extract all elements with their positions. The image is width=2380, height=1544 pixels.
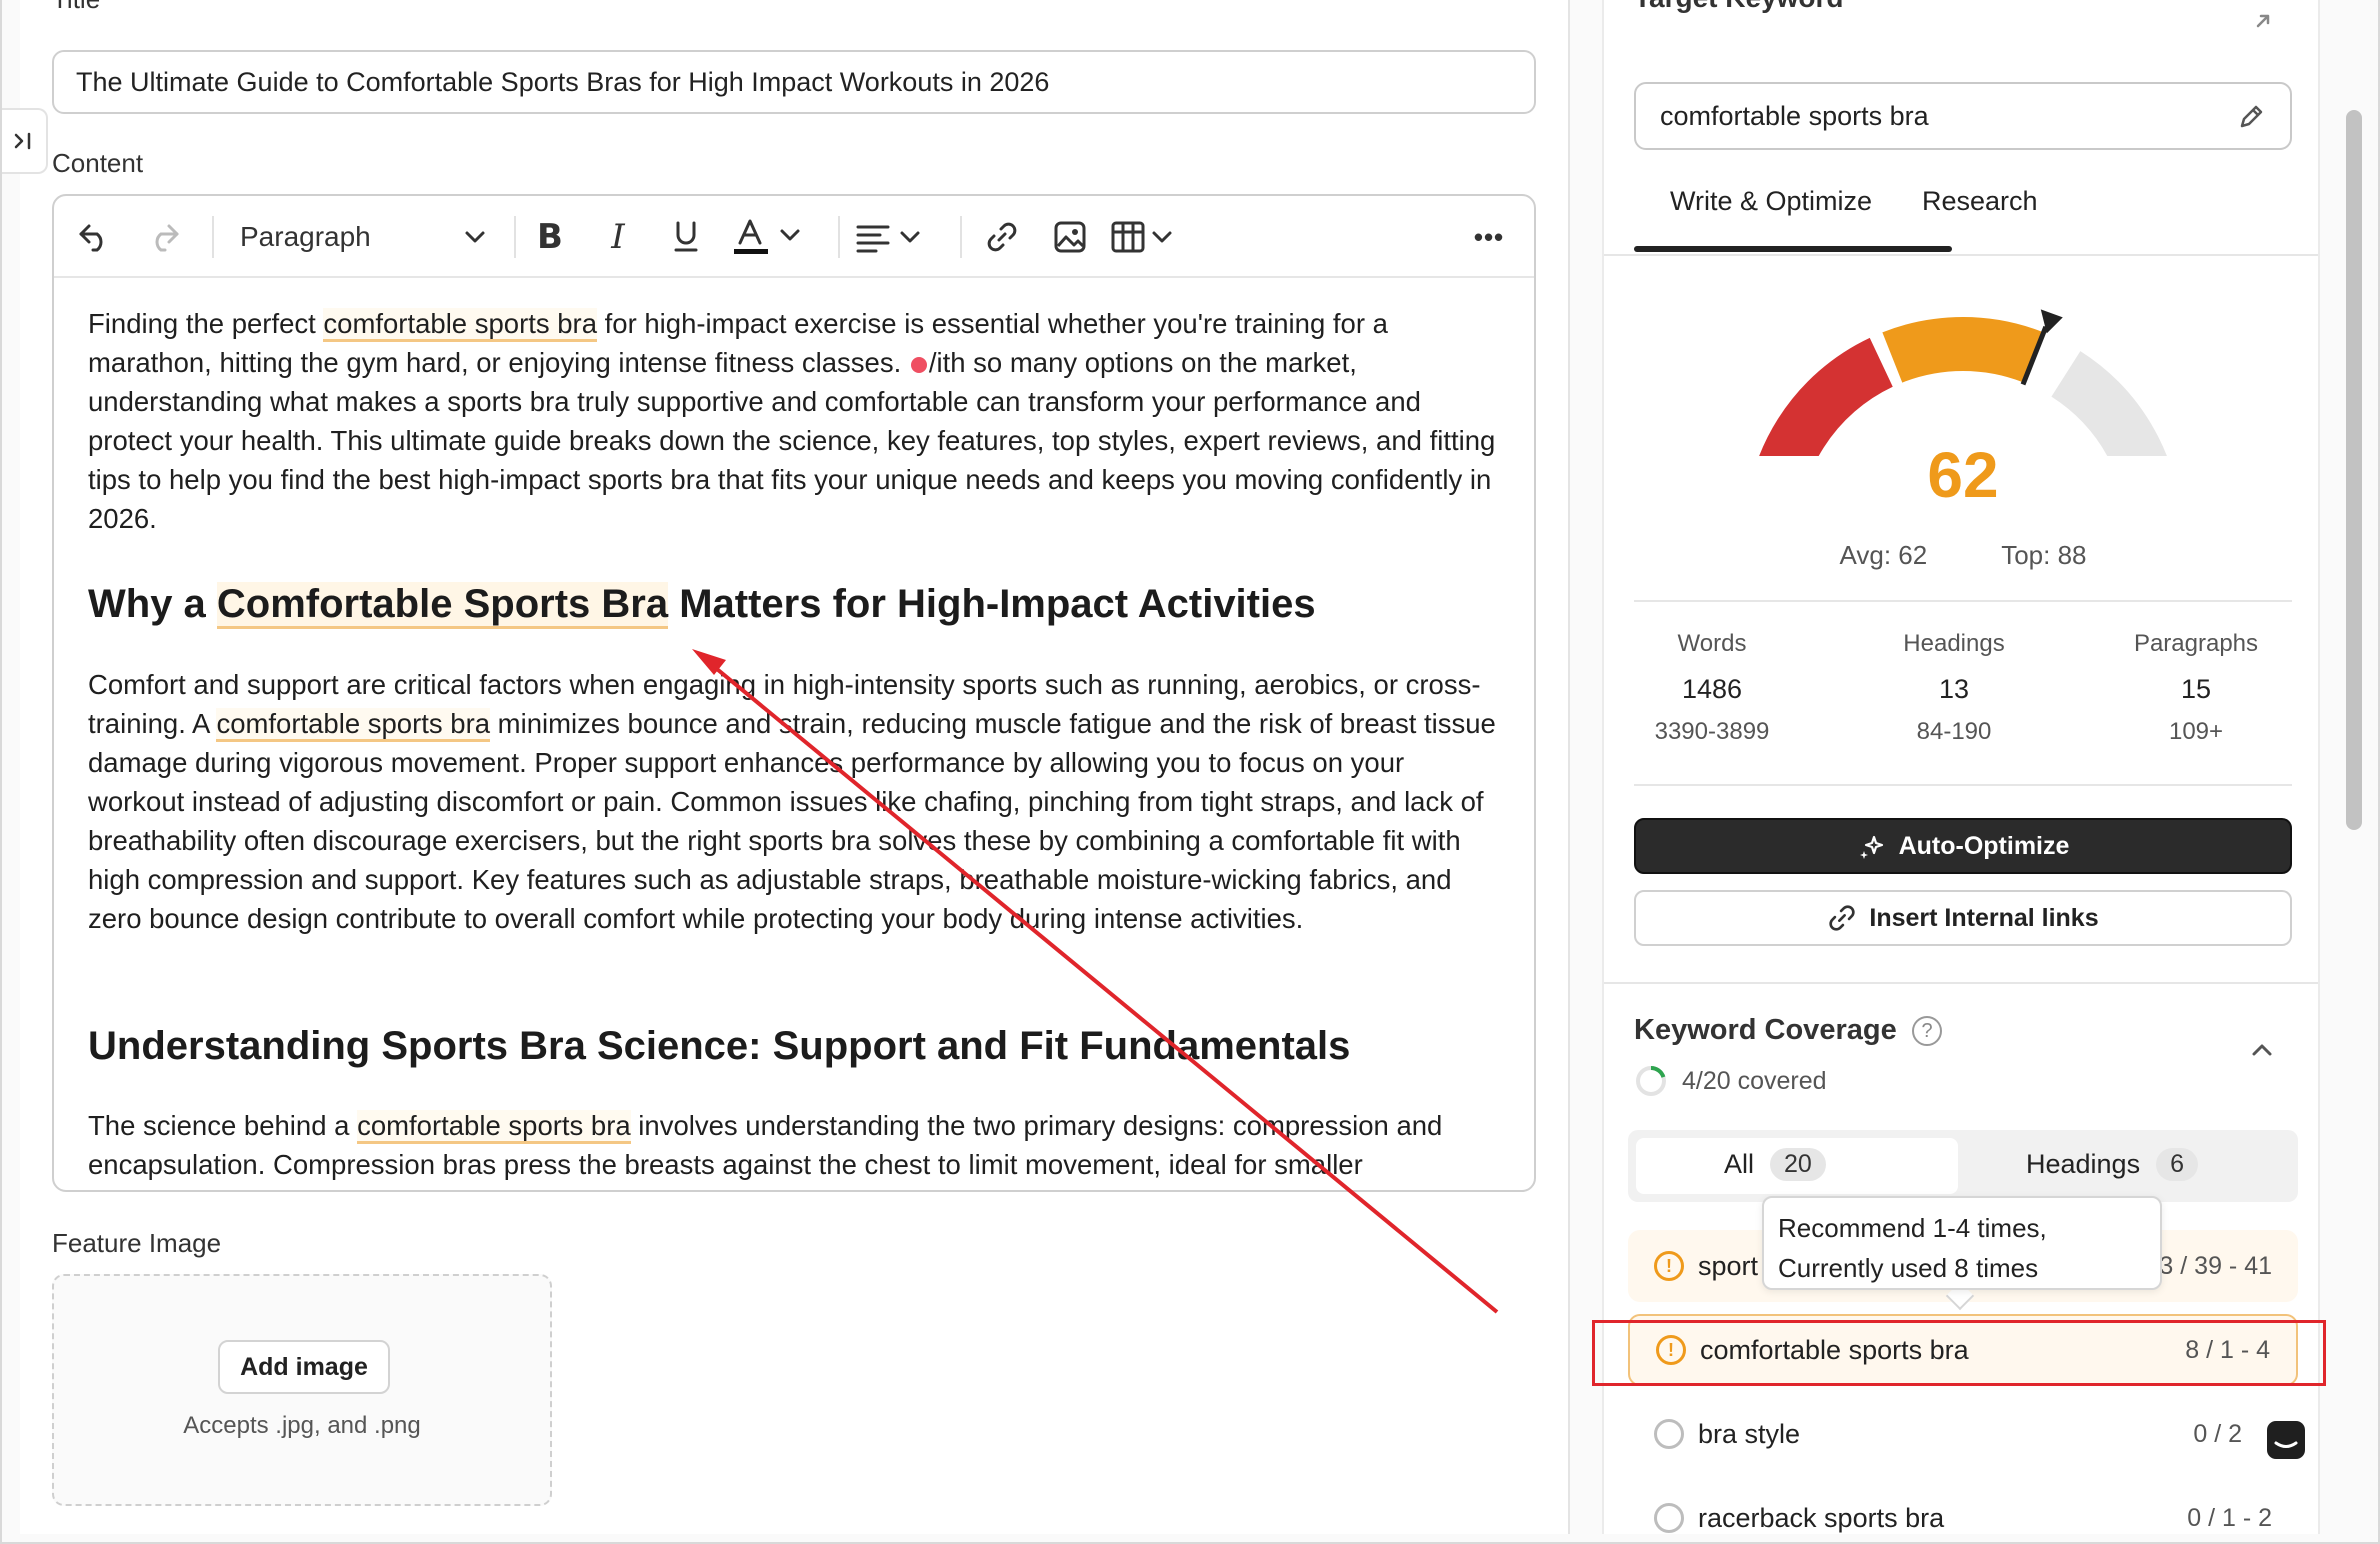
divider [1634,784,2292,786]
section-divider [1604,982,2318,984]
cursor-dot [910,356,927,373]
toolbar-divider [960,216,962,258]
rich-text-editor[interactable]: Paragraph B I ••• Finding the perfect co… [52,194,1536,1192]
editor-pane: Title The Ultimate Guide to Comfortable … [20,0,1570,1534]
feature-image-label: Feature Image [52,1228,222,1258]
table-icon[interactable] [1110,212,1186,262]
empty-circle-icon [1654,1503,1684,1533]
score-gauge-chart [1744,309,2182,537]
tab-research[interactable]: Research [1922,186,2038,217]
italic-icon[interactable]: I [596,212,640,262]
empty-circle-icon [1654,1419,1684,1449]
scrollbar[interactable] [2346,110,2362,830]
content-label: Content [52,148,144,178]
heading: Why a Comfortable Sports Bra Matters for… [88,578,1508,630]
toolbar-divider [838,216,840,258]
expand-icon[interactable] [2252,10,2274,36]
filter-headings[interactable]: Headings 6 [2026,1148,2198,1181]
edit-pencil-icon[interactable] [2236,102,2266,139]
paragraph: Comfort and support are critical factors… [88,669,1496,934]
undo-icon[interactable] [72,212,116,262]
score-benchmarks: Avg: 62 Top: 88 [1604,540,2318,571]
target-keyword-label: Target Keyword [1634,0,1844,20]
gauge-orange-segment [1882,317,2044,383]
text-color-icon[interactable] [730,212,816,262]
keyword-highlight: Comfortable Sports Bra [216,582,669,629]
chevron-up-icon[interactable] [2250,1042,2274,1063]
heading: Understanding Sports Bra Science: Suppor… [88,1024,1351,1068]
toolbar-divider [514,216,516,258]
help-icon[interactable]: ? [1912,1016,1942,1046]
coverage-progress: 4/20 covered [1634,1064,1827,1098]
count-badge: 6 [2156,1148,2198,1181]
auto-optimize-button[interactable]: Auto-Optimize [1634,818,2292,874]
chat-icon[interactable] [2254,1408,2318,1472]
keyword-row[interactable]: bra style 0 / 2 [1628,1398,2298,1470]
sidebar-tabs: Write & Optimize Research [1634,160,2292,254]
app-frame: Title The Ultimate Guide to Comfortable … [0,0,2380,1544]
filter-all[interactable]: All 20 [1724,1148,1826,1181]
underline-icon[interactable] [664,212,708,262]
active-tab-indicator [1634,246,1952,252]
top-score: Top: 88 [2001,540,2087,570]
divider [1634,600,2292,602]
keyword-coverage-title: Keyword Coverage [1634,1014,1897,1046]
toolbar-divider [212,216,214,258]
stat-words: Words 1486 3390-3899 [1654,630,1770,745]
annotation-highlight-box [1592,1320,2326,1386]
feature-image-dropzone[interactable]: Add image Accepts .jpg, and .png [52,1274,552,1506]
link-icon [1829,905,1856,931]
keyword-row[interactable]: racerback sports bra 0 / 1 - 2 [1628,1482,2298,1534]
align-icon[interactable] [854,212,934,262]
sparkle-icon [1859,835,1883,859]
paragraph-style-select[interactable]: Paragraph [240,212,490,262]
chevron-down-icon [465,231,485,243]
paragraph: The science behind a comfortable sports … [88,1110,1443,1180]
score-gauge: 62 Avg: 62 Top: 88 [1604,256,2318,596]
average-score: Avg: 62 [1839,540,1928,570]
tab-write-optimize[interactable]: Write & Optimize [1670,186,1872,217]
title-label: Title [52,0,100,14]
bold-icon[interactable]: B [528,212,572,262]
image-icon[interactable] [1048,212,1092,262]
accepted-formats-text: Accepts .jpg, and .png [183,1412,421,1439]
insert-internal-links-button[interactable]: Insert Internal links [1634,890,2292,946]
link-icon[interactable] [980,212,1024,262]
keyword-filter-tabs: All 20 Headings 6 [1628,1130,2298,1202]
warning-icon: ! [1654,1251,1684,1281]
stat-headings: Headings 13 84-190 [1903,630,2005,745]
title-input[interactable]: The Ultimate Guide to Comfortable Sports… [52,50,1536,114]
content-score: 62 [1927,439,1999,511]
keyword-highlight: comfortable sports bra [216,708,491,742]
paragraph: Finding the perfect comfortable sports b… [88,308,1496,534]
target-keyword-input[interactable]: comfortable sports bra [1634,82,2292,150]
count-badge: 20 [1770,1148,1826,1181]
keyword-highlight: comfortable sports bra [323,308,598,342]
add-image-button[interactable]: Add image [218,1340,390,1394]
keyword-highlight: comfortable sports bra [357,1110,631,1144]
stat-paragraphs: Paragraphs 15 109+ [2133,630,2259,745]
progress-ring-icon [1636,1066,1666,1096]
editor-toolbar: Paragraph B I ••• [54,196,1534,278]
more-options-icon[interactable]: ••• [1464,212,1514,262]
keyword-usage-tooltip: Recommend 1-4 times, Currently used 8 ti… [1762,1196,2162,1290]
collapse-sidebar-icon[interactable] [2,108,48,174]
redo-icon[interactable] [142,212,186,262]
editor-body[interactable]: Finding the perfect comfortable sports b… [54,280,1534,1190]
